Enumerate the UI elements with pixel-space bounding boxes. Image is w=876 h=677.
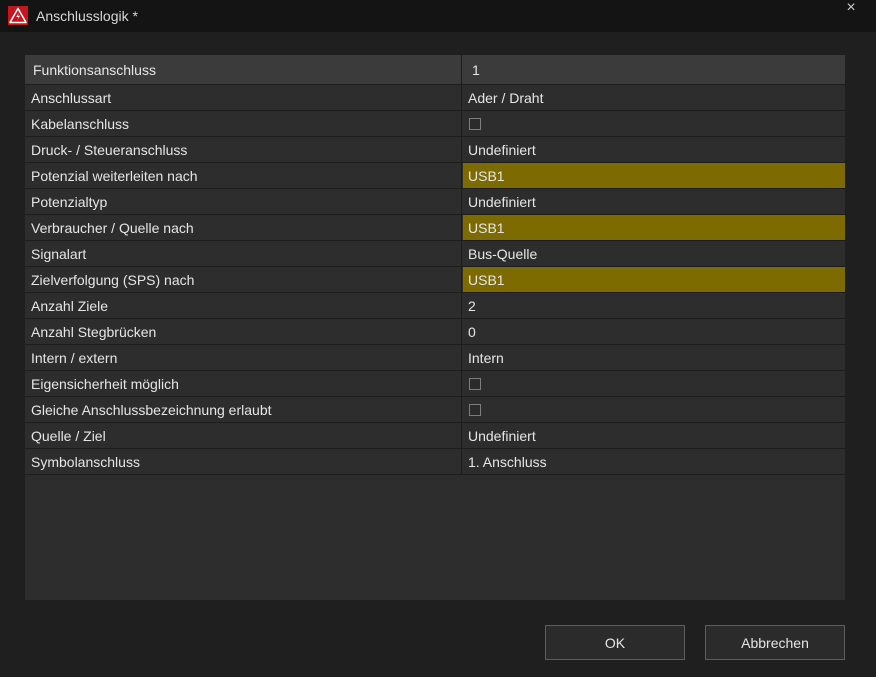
property-label: Eigensicherheit möglich xyxy=(25,371,462,396)
property-row: Potenzial weiterleiten nach USB1 xyxy=(25,163,845,189)
property-value[interactable]: 2 xyxy=(463,293,845,318)
property-label: Quelle / Ziel xyxy=(25,423,462,448)
property-row: Signalart Bus-Quelle xyxy=(25,241,845,267)
property-value[interactable]: 0 xyxy=(463,319,845,344)
property-value[interactable]: 1. Anschluss xyxy=(463,449,845,474)
property-value[interactable]: Undefiniert xyxy=(463,423,845,448)
property-value[interactable]: USB1 xyxy=(463,163,845,188)
checkbox[interactable] xyxy=(469,377,481,390)
property-row: Anschlussart Ader / Draht xyxy=(25,85,845,111)
ok-button[interactable]: OK xyxy=(545,625,685,660)
property-value[interactable]: USB1 xyxy=(463,267,845,292)
checkbox[interactable] xyxy=(469,117,481,130)
property-label: Signalart xyxy=(25,241,462,266)
property-grid-header: Funktionsanschluss 1 xyxy=(25,55,845,85)
property-label: Symbolanschluss xyxy=(25,449,462,474)
property-label: Potenzialtyp xyxy=(25,189,462,214)
property-value[interactable]: Undefiniert xyxy=(463,137,845,162)
property-row: Symbolanschluss 1. Anschluss xyxy=(25,449,845,475)
property-label: Potenzial weiterleiten nach xyxy=(25,163,462,188)
property-value[interactable]: Undefiniert xyxy=(463,189,845,214)
cancel-button[interactable]: Abbrechen xyxy=(705,625,845,660)
property-value[interactable] xyxy=(463,371,845,396)
property-value[interactable]: Ader / Draht xyxy=(463,85,845,110)
warning-triangle-icon xyxy=(8,6,28,25)
property-label: Gleiche Anschlussbezeichnung erlaubt xyxy=(25,397,462,422)
property-label: Funktionsanschluss xyxy=(25,55,462,84)
property-label: Anzahl Ziele xyxy=(25,293,462,318)
checkbox[interactable] xyxy=(469,403,481,416)
property-row: Zielverfolgung (SPS) nach USB1 xyxy=(25,267,845,293)
property-row: Verbraucher / Quelle nach USB1 xyxy=(25,215,845,241)
title-bar: Anschlusslogik * × xyxy=(0,0,876,32)
property-row: Gleiche Anschlussbezeichnung erlaubt xyxy=(25,397,845,423)
property-value[interactable]: USB1 xyxy=(463,215,845,240)
property-grid: Funktionsanschluss 1 Anschlussart Ader / … xyxy=(25,55,845,600)
property-label: Verbraucher / Quelle nach xyxy=(25,215,462,240)
property-row: Potenzialtyp Undefiniert xyxy=(25,189,845,215)
property-row: Quelle / Ziel Undefiniert xyxy=(25,423,845,449)
property-value[interactable]: 1 xyxy=(463,55,845,84)
property-row: Druck- / Steueranschluss Undefiniert xyxy=(25,137,845,163)
property-row: Eigensicherheit möglich xyxy=(25,371,845,397)
property-value[interactable] xyxy=(463,111,845,136)
property-row: Kabelanschluss xyxy=(25,111,845,137)
property-value[interactable]: Bus-Quelle xyxy=(463,241,845,266)
property-label: Kabelanschluss xyxy=(25,111,462,136)
close-icon[interactable]: × xyxy=(841,0,861,18)
property-row: Intern / extern Intern xyxy=(25,345,845,371)
property-value[interactable] xyxy=(463,397,845,422)
property-label: Anzahl Stegbrücken xyxy=(25,319,462,344)
window-title: Anschlusslogik * xyxy=(36,8,138,24)
property-row: Anzahl Ziele 2 xyxy=(25,293,845,319)
property-row: Anzahl Stegbrücken 0 xyxy=(25,319,845,345)
property-value[interactable]: Intern xyxy=(463,345,845,370)
property-label: Zielverfolgung (SPS) nach xyxy=(25,267,462,292)
property-label: Druck- / Steueranschluss xyxy=(25,137,462,162)
property-label: Intern / extern xyxy=(25,345,462,370)
property-label: Anschlussart xyxy=(25,85,462,110)
